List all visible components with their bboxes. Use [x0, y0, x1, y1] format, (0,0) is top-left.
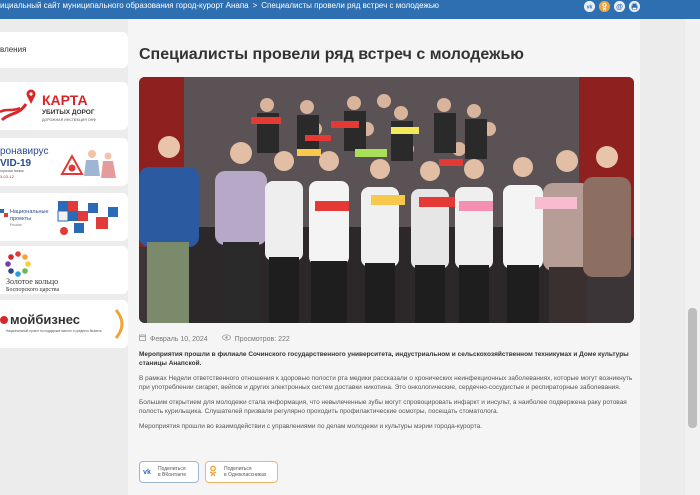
- banner-karta-dorog[interactable]: КАРТА УБИТЫХ ДОРОГ ДОРОЖНАЯ ИНСПЕКЦИЯ ОН…: [0, 82, 128, 130]
- banner-nacproekty[interactable]: Национальные проекты России: [0, 193, 128, 241]
- svg-text:vk: vk: [587, 4, 593, 10]
- article-lead: Мероприятия прошли в филиале Сочинского …: [139, 351, 629, 367]
- banner-coronavirus[interactable]: ронавирус VID-19 горячая линия: 3-03-12: [0, 138, 128, 186]
- svg-text:горячая линия:: горячая линия:: [0, 169, 24, 173]
- svg-text:ронавирус: ронавирус: [0, 146, 48, 157]
- article-paragraph: Большим открытием для молодежи стала инф…: [139, 399, 627, 415]
- calendar-icon: [139, 334, 146, 343]
- print-icon[interactable]: [629, 0, 640, 12]
- article-views: Просмотров: 222: [221, 334, 290, 343]
- ok-icon[interactable]: [599, 0, 610, 12]
- share-ok-line2: в Одноклассниках: [224, 472, 267, 478]
- breadcrumb-separator: >: [252, 1, 258, 10]
- ok-icon: [206, 465, 220, 479]
- svg-text:Боспорского царства: Боспорского царства: [6, 287, 59, 293]
- share-ok-label: Поделиться в Одноклассниках: [224, 466, 266, 478]
- nacproekty-logo: Национальные проекты России: [0, 201, 118, 235]
- coronavirus-logo: ронавирус VID-19 горячая линия: 3-03-12: [0, 146, 116, 179]
- svg-text:УБИТЫХ ДОРОГ: УБИТЫХ ДОРОГ: [42, 109, 95, 116]
- article-title: Специалисты провели ряд встреч с молодеж…: [139, 46, 524, 63]
- share-vk-line2: в ВКонтакте: [158, 472, 187, 478]
- eye-icon: [221, 334, 231, 343]
- svg-text:Национальный проект по поддерж: Национальный проект по поддержке малого …: [6, 329, 102, 333]
- article-photo[interactable]: [139, 77, 634, 323]
- svg-text:проекты: проекты: [10, 216, 31, 222]
- zolotoe-kolco-logo: Золотое кольцо Боспорского царства: [5, 251, 59, 293]
- svg-text:Золотое кольцо: Золотое кольцо: [6, 277, 58, 286]
- article-meta: Февраль 10, 2024 Просмотров: 222: [139, 334, 290, 343]
- svg-text:ДОРОЖНАЯ ИНСПЕКЦИЯ ОНФ: ДОРОЖНАЯ ИНСПЕКЦИЯ ОНФ: [42, 118, 96, 122]
- share-vk-label: Поделиться в ВКонтакте: [158, 466, 186, 478]
- article-date: Февраль 10, 2024: [139, 334, 208, 343]
- group-photo-image: [139, 77, 634, 323]
- svg-text:vk: vk: [143, 469, 151, 475]
- scrollbar-thumb[interactable]: [688, 308, 697, 428]
- svg-text:КАРТА: КАРТА: [42, 92, 88, 108]
- article-paragraph: В рамках Недели ответственного отношения…: [139, 375, 633, 391]
- svg-text:Национальные: Национальные: [10, 209, 49, 215]
- page-scrollbar[interactable]: [685, 19, 700, 495]
- vk-icon[interactable]: vk: [584, 0, 595, 12]
- share-buttons: vk Поделиться в ВКонтакте Поделиться в О…: [139, 461, 278, 483]
- article-views-text: Просмотров: 222: [234, 336, 290, 343]
- svg-text:@: @: [616, 3, 623, 10]
- karta-dorog-logo: КАРТА УБИТЫХ ДОРОГ ДОРОЖНАЯ ИНСПЕКЦИЯ ОН…: [0, 89, 96, 122]
- article-body: Мероприятия прошли в филиале Сочинского …: [139, 350, 633, 437]
- breadcrumb-current: Специалисты провели ряд встреч с молодеж…: [261, 1, 440, 10]
- mail-icon[interactable]: @: [614, 0, 625, 12]
- article-date-text: Февраль 10, 2024: [150, 336, 208, 343]
- article-card: Специалисты провели ряд встреч с молодеж…: [128, 19, 640, 495]
- share-vk-button[interactable]: vk Поделиться в ВКонтакте: [139, 461, 199, 483]
- sidebar: вления КАРТА УБИТЫХ ДОРОГ ДОРОЖНАЯ ИНСПЕ…: [0, 32, 128, 348]
- breadcrumb: ициальный сайт муниципального образовани…: [0, 0, 439, 12]
- article-paragraph: Мероприятия прошли во взаимодействии с у…: [139, 423, 483, 430]
- top-bar: ициальный сайт муниципального образовани…: [0, 0, 700, 19]
- banner-zolotoe-kolco[interactable]: Золотое кольцо Боспорского царства: [0, 246, 128, 294]
- sidebar-title[interactable]: вления: [0, 32, 128, 68]
- svg-text:России: России: [10, 223, 22, 227]
- main-content: Специалисты провели ряд встреч с молодеж…: [128, 19, 640, 495]
- svg-text:VID-19: VID-19: [0, 158, 32, 169]
- svg-text:3-03-12: 3-03-12: [0, 174, 15, 179]
- banner-moy-biznes[interactable]: мойбизнес Национальный проект по поддерж…: [0, 300, 128, 348]
- top-social-icons: vk @: [584, 0, 640, 12]
- share-ok-button[interactable]: Поделиться в Одноклассниках: [205, 461, 278, 483]
- moy-biznes-logo: мойбизнес Национальный проект по поддерж…: [0, 309, 124, 339]
- svg-text:мойбизнес: мойбизнес: [10, 312, 80, 327]
- breadcrumb-site-link[interactable]: ициальный сайт муниципального образовани…: [0, 1, 249, 10]
- vk-icon: vk: [140, 467, 154, 477]
